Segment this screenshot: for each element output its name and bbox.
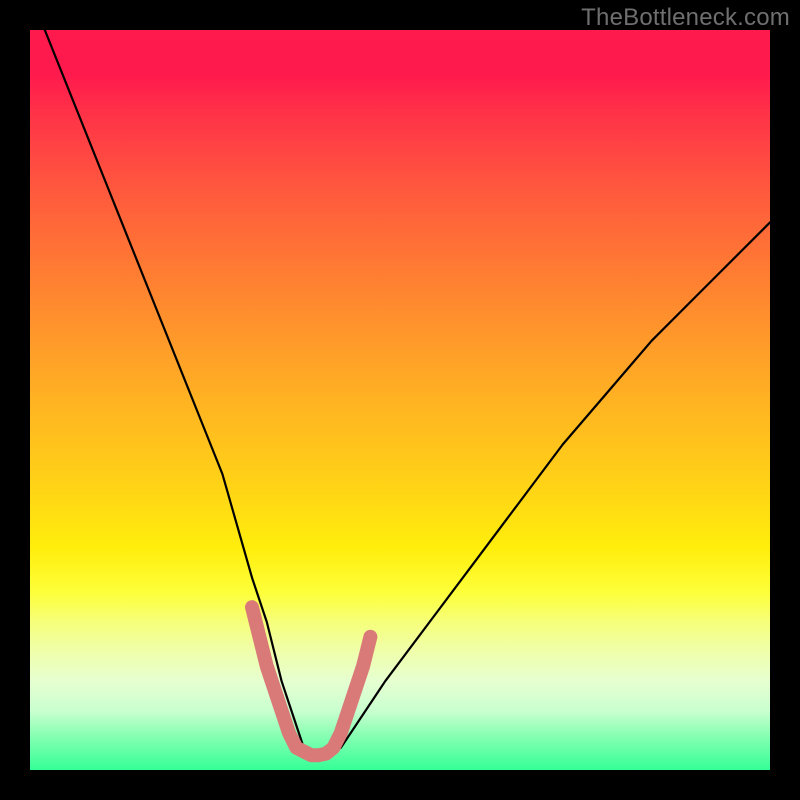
plot-area xyxy=(30,30,770,770)
chart-svg xyxy=(30,30,770,770)
chart-frame: TheBottleneck.com xyxy=(0,0,800,800)
watermark-text: TheBottleneck.com xyxy=(581,4,790,32)
bottleneck-curve-path xyxy=(45,30,770,755)
